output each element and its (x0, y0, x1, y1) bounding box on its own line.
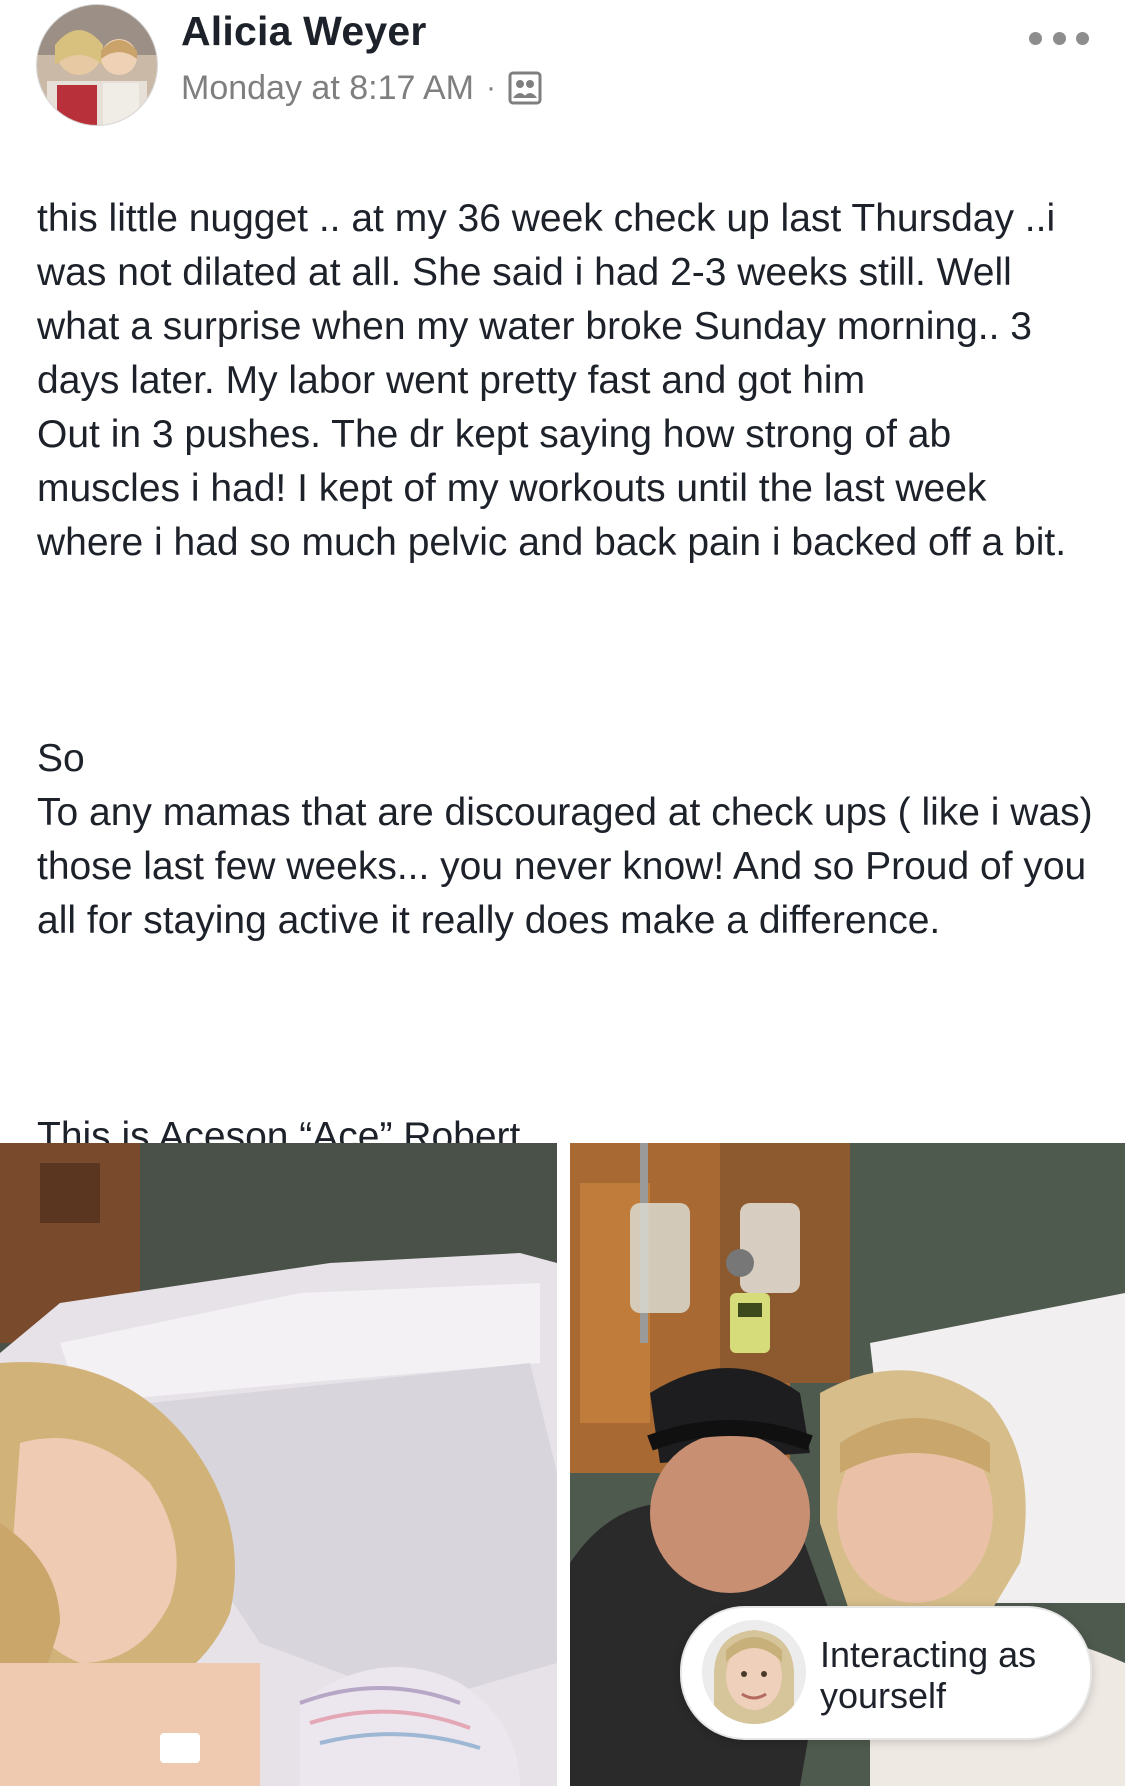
friends-group-icon[interactable] (508, 71, 542, 105)
post-paragraph-spacer (37, 1002, 1097, 1056)
post-paragraph: this little nugget .. at my 36 week chec… (37, 197, 1067, 564)
post-header: Alicia Weyer Monday at 8:17 AM · (0, 0, 1125, 126)
more-dot (1029, 31, 1042, 45)
post-paragraph-spacer (37, 624, 1097, 678)
post-paragraph: So To any mamas that are discouraged at … (37, 737, 1093, 942)
post-timestamp[interactable]: Monday at 8:17 AM (181, 69, 474, 108)
more-dot (1076, 31, 1089, 45)
post-meta: Monday at 8:17 AM · (181, 66, 542, 110)
interacting-as-yourself-pill[interactable]: Interacting as yourself (680, 1606, 1092, 1740)
post-body: this little nugget .. at my 36 week chec… (37, 138, 1097, 1272)
meta-separator: · (485, 71, 496, 104)
more-dot (1052, 31, 1066, 45)
interacting-label: Interacting as yourself (820, 1634, 1037, 1716)
post-photo-mother-newborn[interactable] (0, 1143, 557, 1786)
more-dots-icon[interactable] (1029, 20, 1089, 56)
author-name[interactable]: Alicia Weyer (181, 8, 427, 55)
author-avatar-image (37, 5, 157, 125)
author-avatar[interactable] (36, 4, 158, 126)
viewer-avatar (702, 1620, 806, 1724)
